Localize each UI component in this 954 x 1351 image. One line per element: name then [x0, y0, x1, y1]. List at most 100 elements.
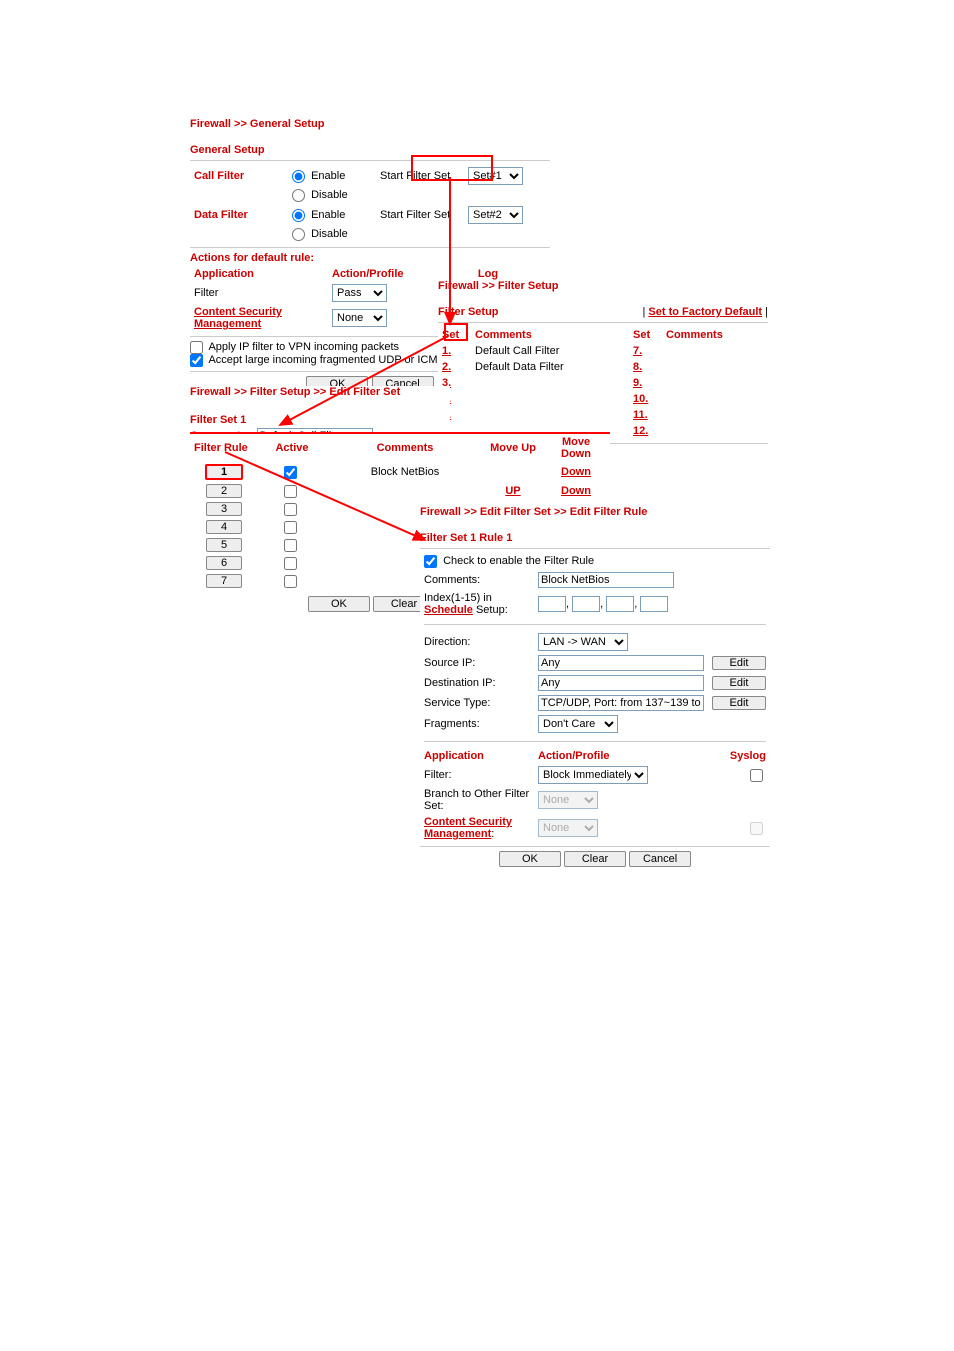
- start-filter-label-2: Start Filter Set: [376, 204, 464, 226]
- col-comments-r: Comments: [662, 327, 768, 343]
- highlight-set-1: [444, 323, 468, 341]
- set-8-link[interactable]: 8.: [633, 361, 642, 373]
- col-movedown: Move Down: [542, 434, 610, 462]
- rule-index-label: Index(1-15) in: [424, 592, 492, 604]
- fragments-label: Fragments:: [420, 713, 534, 735]
- rule-7-button[interactable]: 7: [206, 574, 242, 588]
- set-1-link[interactable]: 1.: [442, 345, 451, 357]
- call-filter-label: Call Filter: [194, 170, 244, 182]
- rule-filter-select[interactable]: Block Immediately: [538, 766, 648, 784]
- rule-1-comment: Block NetBios: [326, 462, 484, 482]
- rule-2-active[interactable]: [284, 485, 297, 498]
- enable-rule-checkbox[interactable]: Check to enable the Filter Rule: [424, 555, 594, 567]
- direction-label: Direction:: [420, 631, 534, 653]
- col-moveup: Move Up: [484, 434, 542, 462]
- rule-csm-syslog: [750, 822, 763, 835]
- source-ip-input[interactable]: [538, 655, 704, 671]
- dest-ip-input[interactable]: [538, 675, 704, 691]
- rule-7-active[interactable]: [284, 575, 297, 588]
- sched-1[interactable]: [538, 596, 566, 612]
- dest-ip-edit[interactable]: Edit: [712, 676, 766, 690]
- general-table: Call Filter Enable Start Filter Set Set#…: [190, 165, 550, 243]
- rule-2-button[interactable]: 2: [206, 484, 242, 498]
- filter-pass-select[interactable]: Pass: [332, 284, 387, 302]
- service-type-input[interactable]: [538, 695, 704, 711]
- fragments-select[interactable]: Don't Care: [538, 715, 618, 733]
- rule-csm-link[interactable]: Content Security Management: [424, 816, 512, 840]
- dest-ip-label: Destination IP:: [420, 673, 534, 693]
- rule-2-down[interactable]: Down: [561, 485, 591, 497]
- rule-filter-syslog[interactable]: [750, 769, 763, 782]
- rule-5-active[interactable]: [284, 539, 297, 552]
- editset-ok-button[interactable]: OK: [308, 596, 370, 612]
- frag-accept-checkbox[interactable]: Accept large incoming fragmented UDP or …: [190, 354, 477, 366]
- col-active: Active: [258, 434, 326, 462]
- editset-heading: Filter Set 1: [190, 414, 450, 426]
- factory-default-link[interactable]: Set to Factory Default: [648, 306, 762, 318]
- call-disable-radio[interactable]: Disable: [292, 189, 348, 201]
- rule-csm-select: None: [538, 819, 598, 837]
- rule-2-up[interactable]: UP: [505, 485, 520, 497]
- rule-comments-label: Comments:: [420, 570, 534, 590]
- editrule-heading: Filter Set 1 Rule 1: [420, 532, 770, 544]
- set-7-link[interactable]: 7.: [633, 345, 642, 357]
- source-ip-label: Source IP:: [420, 653, 534, 673]
- sched-4[interactable]: [640, 596, 668, 612]
- sched-2[interactable]: [572, 596, 600, 612]
- editrule-ok-button[interactable]: OK: [499, 851, 561, 867]
- call-enable-radio[interactable]: Enable: [292, 170, 345, 182]
- rule-comments-input[interactable]: [538, 572, 674, 588]
- highlight-start-filter: [411, 155, 493, 181]
- rule-4-button[interactable]: 4: [206, 520, 242, 534]
- set-2-link[interactable]: 2.: [442, 361, 451, 373]
- col-filter-rule: Filter Rule: [190, 434, 258, 462]
- crumb-editrule: Firewall >> Edit Filter Set >> Edit Filt…: [420, 506, 770, 518]
- crumb-general: Firewall >> General Setup: [190, 118, 550, 130]
- log-col: Log: [478, 268, 498, 280]
- schedule-link[interactable]: Schedule: [424, 604, 473, 616]
- editrule-cancel-button[interactable]: Cancel: [629, 851, 691, 867]
- rule-3-button[interactable]: 3: [206, 502, 242, 516]
- col-comments-l: Comments: [471, 327, 629, 343]
- set-2-comment: Default Data Filter: [471, 359, 629, 375]
- rule-5-button[interactable]: 5: [206, 538, 242, 552]
- set-9-link[interactable]: 9.: [633, 377, 642, 389]
- data-disable-radio[interactable]: Disable: [292, 228, 348, 240]
- col-set-r: Set: [629, 327, 662, 343]
- rule-1-active[interactable]: [284, 466, 297, 479]
- source-ip-edit[interactable]: Edit: [712, 656, 766, 670]
- rule-application-col: Application: [420, 748, 534, 764]
- direction-select[interactable]: LAN -> WAN: [538, 633, 628, 651]
- rule-setup-suffix: Setup:: [476, 604, 508, 616]
- crumb-filtersetup: Firewall >> Filter Setup: [438, 280, 768, 292]
- csm-none-select[interactable]: None: [332, 309, 387, 327]
- crumb-editset: Firewall >> Filter Setup >> Edit Filter …: [190, 386, 450, 398]
- set-11-link[interactable]: 11.: [633, 409, 648, 421]
- filter-row-label: Filter: [190, 282, 328, 304]
- rule-4-active[interactable]: [284, 521, 297, 534]
- rule-6-active[interactable]: [284, 557, 297, 570]
- editrule-clear-button[interactable]: Clear: [564, 851, 626, 867]
- set-12-link[interactable]: 12.: [633, 425, 648, 437]
- branch-select: None: [538, 791, 598, 809]
- start-filter-select-2[interactable]: Set#2: [468, 206, 523, 224]
- rule-1-down[interactable]: Down: [561, 466, 591, 478]
- rule-3-active[interactable]: [284, 503, 297, 516]
- filtersetup-heading: Filter Setup: [438, 306, 499, 318]
- branch-label: Branch to Other Filter Set:: [420, 786, 534, 814]
- data-enable-radio[interactable]: Enable: [292, 209, 345, 221]
- service-type-edit[interactable]: Edit: [712, 696, 766, 710]
- csm-link[interactable]: Content Security Management: [194, 306, 282, 330]
- rule-6-button[interactable]: 6: [206, 556, 242, 570]
- actions-default-label: Actions for default rule:: [190, 252, 550, 264]
- set-10-link[interactable]: 10.: [633, 393, 648, 405]
- col-comments: Comments: [326, 434, 484, 462]
- application-col: Application: [194, 268, 254, 280]
- rule-1-button[interactable]: 1: [205, 464, 243, 480]
- service-type-label: Service Type:: [420, 693, 534, 713]
- vpn-filter-checkbox[interactable]: Apply IP filter to VPN incoming packets: [190, 341, 399, 353]
- sched-3[interactable]: [606, 596, 634, 612]
- rule-syslog-col: Syslog: [708, 748, 770, 764]
- data-filter-label: Data Filter: [194, 209, 248, 221]
- actionprofile-col: Action/Profile: [332, 268, 404, 280]
